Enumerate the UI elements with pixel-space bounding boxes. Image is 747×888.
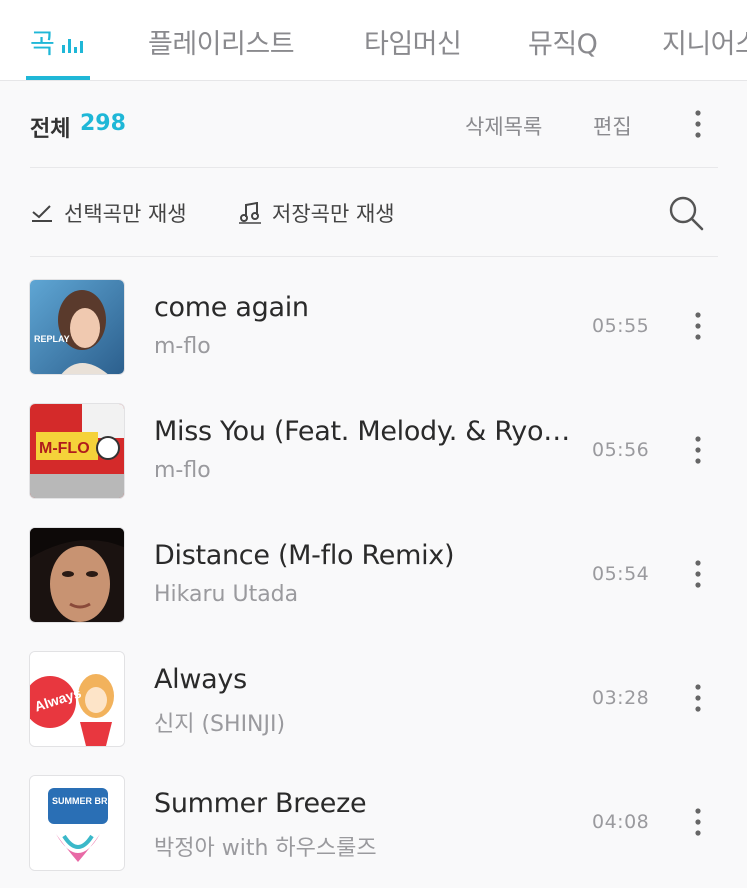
more-vertical-icon[interactable]: [688, 681, 708, 715]
song-row[interactable]: Always Always 신지 (SHINJI) 03:28: [0, 651, 747, 775]
song-duration: 05:56: [592, 439, 650, 461]
music-note-icon: [239, 202, 261, 224]
song-artist: 신지 (SHINJI): [154, 712, 286, 737]
song-row[interactable]: M-FLO Miss You (Feat. Melody. & Ryohei Y…: [0, 403, 747, 527]
song-title: Miss You (Feat. Melody. & Ryohei Yamamot…: [154, 416, 576, 447]
more-vertical-icon[interactable]: [688, 433, 708, 467]
song-artist: m-flo: [154, 458, 211, 483]
more-vertical-icon[interactable]: [688, 309, 708, 343]
song-duration: 05:55: [592, 315, 650, 337]
cover-text: REPLAY: [34, 334, 70, 344]
song-artist: m-flo: [154, 334, 211, 359]
album-cover: SUMMER BREAK: [29, 775, 125, 871]
play-saved-label: 저장곡만 재생: [272, 202, 395, 226]
tab-genius[interactable]: 지니어스: [662, 22, 747, 61]
song-duration: 03:28: [592, 687, 650, 709]
tab-playlist[interactable]: 플레이리스트: [148, 22, 295, 61]
song-title: come again: [154, 292, 309, 323]
play-selected-button[interactable]: 선택곡만 재생: [30, 197, 187, 229]
song-duration: 05:54: [592, 563, 650, 585]
more-vertical-icon[interactable]: [688, 557, 708, 591]
song-row[interactable]: SUMMER BREAK Summer Breeze 박정아 with 하우스룰…: [0, 775, 747, 888]
song-title: Distance (M-flo Remix): [154, 540, 455, 571]
song-duration: 04:08: [592, 811, 650, 833]
album-cover: M-FLO: [29, 403, 125, 499]
song-row[interactable]: Distance (M-flo Remix) Hikaru Utada 05:5…: [0, 527, 747, 651]
song-artist: 박정아 with 하우스룰즈: [154, 836, 377, 861]
tab-time-machine[interactable]: 타임머신: [364, 22, 462, 61]
divider: [30, 167, 718, 168]
check-select-icon: [32, 205, 52, 222]
cover-text: SUMMER BREAK: [52, 796, 125, 806]
total-count: 298: [80, 111, 126, 136]
active-tab-indicator: [26, 76, 90, 80]
search-icon[interactable]: [667, 194, 705, 232]
summary-row: 전체 298 삭제목록 편집: [0, 81, 747, 168]
top-tab-bar: 곡 플레이리스트 타임머신 뮤직Q 지니어스: [0, 0, 747, 81]
edit-button[interactable]: 편집: [593, 111, 632, 141]
cover-text: M-FLO: [39, 440, 90, 457]
album-cover: Always: [29, 651, 125, 747]
more-vertical-icon[interactable]: [688, 805, 708, 839]
equalizer-icon: [62, 39, 84, 53]
play-selected-label: 선택곡만 재생: [64, 202, 187, 226]
album-cover: REPLAY: [29, 279, 125, 375]
song-title: Always: [154, 664, 247, 695]
song-artist: Hikaru Utada: [154, 582, 299, 607]
play-saved-button[interactable]: 저장곡만 재생: [238, 197, 395, 229]
delete-list-button[interactable]: 삭제목록: [465, 111, 542, 141]
song-title: Summer Breeze: [154, 788, 367, 819]
more-vertical-icon[interactable]: [688, 107, 708, 141]
song-row[interactable]: REPLAY come again m-flo 05:55: [0, 279, 747, 403]
total-label: 전체: [30, 117, 71, 142]
divider: [30, 256, 718, 257]
tab-songs-label: 곡: [30, 29, 55, 60]
album-cover: [29, 527, 125, 623]
tab-music-q[interactable]: 뮤직Q: [528, 22, 598, 61]
tab-songs[interactable]: 곡: [30, 22, 84, 61]
